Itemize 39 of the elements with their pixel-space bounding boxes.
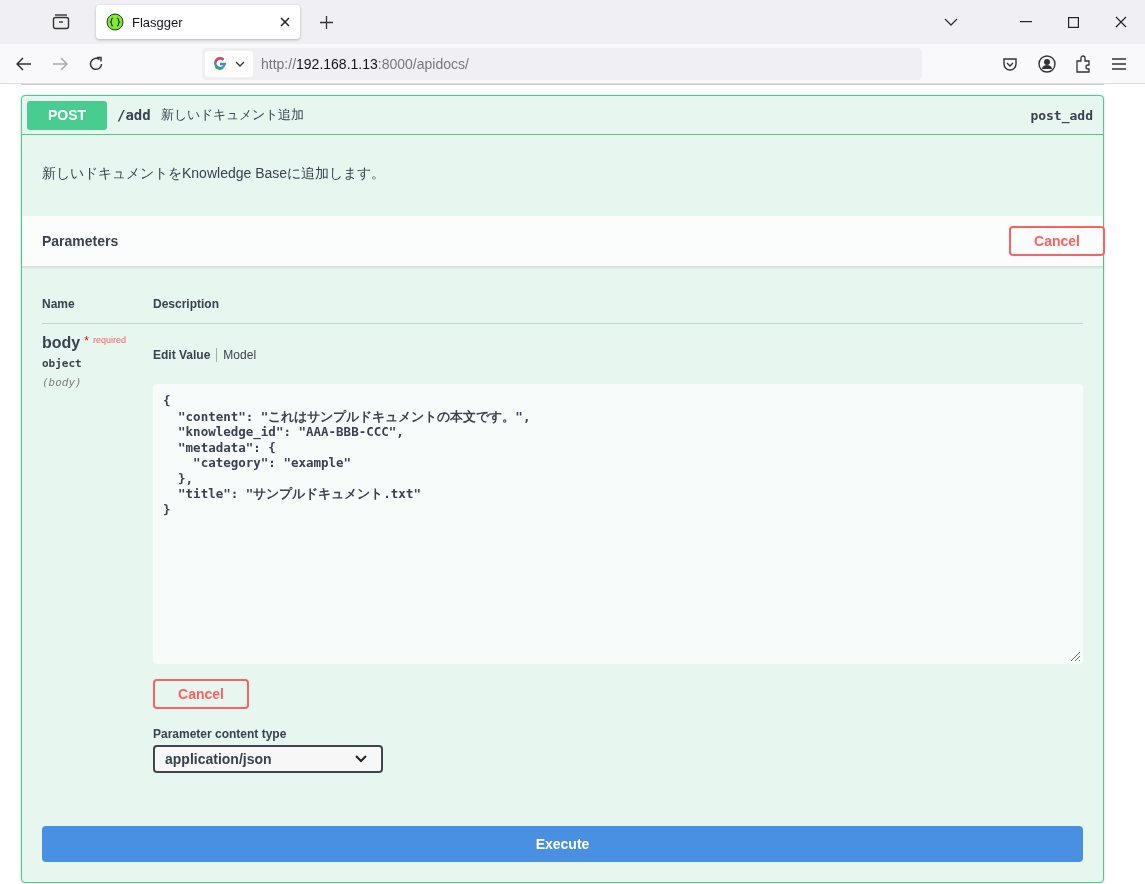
parameters-title: Parameters: [42, 233, 119, 249]
json-body-field[interactable]: { "content": "これはサンプルドキュメントの本文です。", "knowledge_id": "AAA-BBB-CCC", "metadata": { "category": "example" }, "title": "サンプルドキュメント.txt" }: [153, 384, 1083, 664]
resize-grip-icon[interactable]: [1069, 650, 1081, 662]
parameter-name: body: [42, 334, 81, 352]
browser-tab[interactable]: Flasgger: [96, 5, 300, 39]
tab-list-icon[interactable]: [52, 14, 70, 30]
column-header: Name: [42, 297, 76, 311]
required-label: required: [92, 335, 126, 345]
chevron-down-icon: [355, 755, 367, 763]
parameter-location: (body): [42, 376, 83, 389]
minimize-icon[interactable]: [1020, 21, 1032, 23]
endpoint-path[interactable]: /add: [117, 107, 151, 123]
operation-id: post_add: [1030, 107, 1093, 123]
menu-icon[interactable]: [1112, 57, 1126, 70]
chevron-down-icon: [235, 60, 245, 67]
value-tab[interactable]: Model: [223, 348, 257, 362]
chevron-down-icon[interactable]: [944, 18, 958, 26]
puzzle-icon[interactable]: [1076, 54, 1092, 73]
maximize-icon[interactable]: [1068, 16, 1079, 28]
content-type-label: Parameter content type: [153, 727, 288, 741]
endpoint-summary: 新しいドキュメント追加: [160, 106, 304, 124]
reload-icon[interactable]: [88, 55, 104, 72]
new-tab-icon[interactable]: [320, 15, 333, 29]
pocket-icon[interactable]: [1002, 55, 1018, 72]
search-engine-logo-icon: [213, 56, 227, 71]
value-tab[interactable]: Edit Value: [153, 348, 211, 362]
close-icon[interactable]: [1115, 16, 1127, 28]
account-icon[interactable]: [1038, 54, 1056, 73]
required-mark: *: [84, 334, 89, 348]
back-arrow-icon[interactable]: [16, 56, 32, 71]
content-type-select[interactable]: application/json: [153, 745, 383, 773]
close-tab-icon[interactable]: [280, 17, 290, 27]
parameter-type: object: [42, 357, 83, 370]
description-text: 新しいドキュメントをKnowledge Baseに追加します。: [41, 164, 387, 183]
address-bar[interactable]: http://192.168.1.13:8000/apidocs/: [202, 47, 922, 80]
search-engine-button[interactable]: [205, 50, 253, 77]
method-badge: POST: [27, 100, 107, 130]
braces-icon: [106, 13, 124, 31]
column-header: Description: [153, 297, 219, 311]
